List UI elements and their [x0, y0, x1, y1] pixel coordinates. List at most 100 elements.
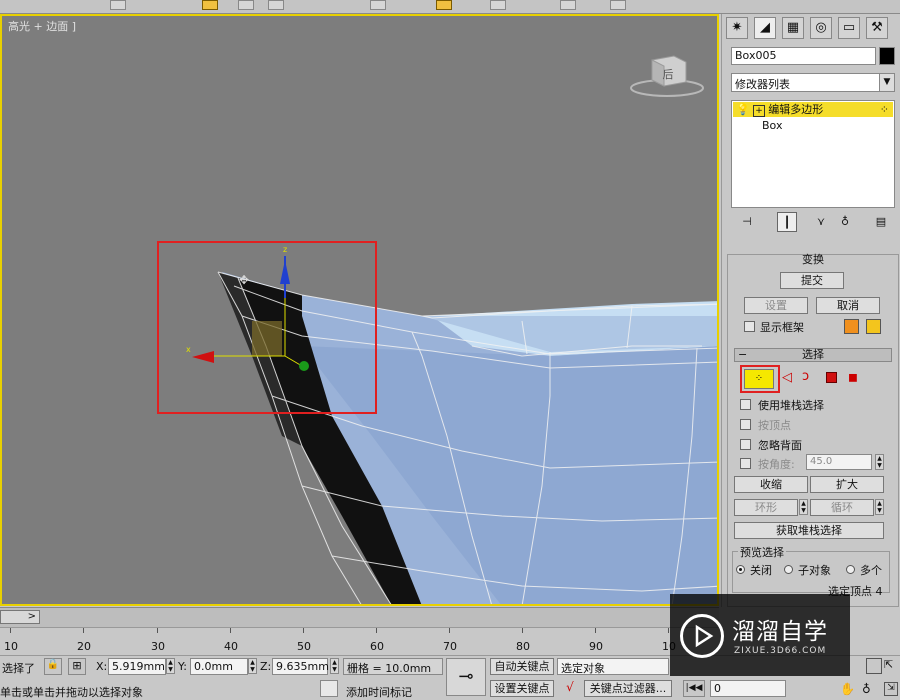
add-time-tag-label[interactable]: 添加时间标记: [346, 684, 412, 700]
lightbulb-icon[interactable]: 💡: [736, 103, 750, 116]
by-angle-spinner[interactable]: ▲ ▼: [875, 454, 884, 470]
preview-multi-radio[interactable]: [846, 565, 855, 574]
perspective-viewport[interactable]: 高光 + 边面 ] 后 z x ✥: [0, 14, 719, 606]
modifier-list-dropdown[interactable]: 修改器列表 ▼: [731, 73, 895, 92]
track-bar[interactable]: 10 20 30 40 50 60 70 80 90 10: [0, 627, 719, 653]
tick-mark: [157, 628, 158, 633]
pin-stack-icon[interactable]: ⊣: [737, 212, 757, 232]
set-key-button[interactable]: 设置关键点: [490, 680, 554, 697]
pan-icon[interactable]: ✋: [840, 682, 856, 698]
select-tool-icon[interactable]: [110, 0, 126, 10]
show-end-result-icon[interactable]: ┃: [777, 212, 797, 232]
grow-button[interactable]: 扩大: [810, 476, 884, 493]
time-slider[interactable]: >: [0, 610, 40, 624]
stack-item-box[interactable]: Box: [762, 119, 782, 132]
key-filters-button[interactable]: 关键点过滤器...: [584, 680, 672, 697]
tick-mark: [449, 628, 450, 633]
absolute-mode-icon[interactable]: ⊞: [68, 658, 86, 675]
tick-mark: [83, 628, 84, 633]
min-max-toggle-icon[interactable]: ⇲: [884, 682, 898, 696]
remove-modifier-icon[interactable]: ♁: [835, 212, 855, 232]
viewcube-icon[interactable]: 后: [630, 55, 704, 97]
preview-subobj-radio[interactable]: [784, 565, 793, 574]
utilities-tab-icon[interactable]: ⚒: [866, 17, 888, 39]
watermark-url: ZIXUE.3D66.COM: [734, 646, 827, 656]
use-stack-checkbox[interactable]: [740, 399, 751, 410]
zoom-extents-icon[interactable]: [866, 658, 882, 674]
element-mode-icon[interactable]: ◼: [848, 370, 858, 384]
create-tab-icon[interactable]: ✷: [726, 17, 748, 39]
make-unique-icon[interactable]: ⋎: [811, 212, 831, 232]
settings-button[interactable]: 设置: [744, 297, 808, 314]
modifier-stack[interactable]: 💡 + 编辑多边形 ⁘ Box: [731, 100, 895, 208]
z-coordinate-field[interactable]: 9.635mm: [272, 658, 329, 675]
svg-text:z: z: [283, 245, 287, 254]
commit-button[interactable]: 提交: [780, 272, 844, 289]
time-slider-track[interactable]: >: [0, 607, 719, 627]
get-stack-selection-button[interactable]: 获取堆栈选择: [734, 522, 884, 539]
key-curve-icon[interactable]: √: [559, 680, 581, 697]
ignore-backface-checkbox[interactable]: [740, 439, 751, 450]
tick-label: 60: [370, 640, 384, 653]
preview-off-radio[interactable]: [736, 565, 745, 574]
shrink-button[interactable]: 收缩: [734, 476, 808, 493]
by-angle-checkbox[interactable]: [740, 458, 751, 469]
z-spinner[interactable]: ▲ ▼: [330, 658, 339, 674]
selection-rollout-header[interactable]: − 选择: [734, 348, 892, 362]
y-coordinate-field[interactable]: 0.0mm: [190, 658, 248, 675]
collapse-icon: −: [738, 348, 748, 361]
chevron-down-icon[interactable]: ▼: [879, 74, 894, 91]
align-icon[interactable]: [560, 0, 576, 10]
ring-spinner[interactable]: ▲ ▼: [799, 499, 808, 515]
modify-tab-icon[interactable]: ◢: [754, 17, 776, 39]
cage-color-swatch-2[interactable]: [866, 319, 881, 334]
x-spinner[interactable]: ▲ ▼: [166, 658, 175, 674]
hierarchy-tab-icon[interactable]: ▦: [782, 17, 804, 39]
object-color-swatch[interactable]: [879, 47, 895, 65]
tick-label: 40: [224, 640, 238, 653]
polygon-mode-icon[interactable]: [826, 372, 837, 383]
loop-spinner[interactable]: ▲ ▼: [875, 499, 884, 515]
border-mode-icon[interactable]: ↄ: [802, 369, 809, 384]
mirror-icon[interactable]: [490, 0, 506, 10]
display-tab-icon[interactable]: ▭: [838, 17, 860, 39]
tick-mark: [230, 628, 231, 633]
preview-subobj-label: 子对象: [798, 564, 831, 577]
go-to-start-icon[interactable]: |◀◀: [683, 680, 705, 697]
selection-count: 选择了: [2, 662, 35, 675]
cancel-button[interactable]: 取消: [816, 297, 880, 314]
current-frame-field[interactable]: 0: [710, 680, 786, 697]
x-coordinate-field[interactable]: 5.919mm: [108, 658, 166, 675]
object-name-field[interactable]: Box005: [731, 47, 876, 65]
cage-color-swatch-1[interactable]: [844, 319, 859, 334]
by-vertex-checkbox[interactable]: [740, 419, 751, 430]
named-selection-icon[interactable]: [436, 0, 452, 10]
vertex-subobject-icon: ⁘: [879, 103, 889, 116]
lock-selection-icon[interactable]: 🔒: [44, 658, 62, 675]
time-tag-icon[interactable]: [320, 680, 338, 697]
key-mode-icon[interactable]: ⊸: [446, 658, 486, 696]
maximize-viewport-icon[interactable]: ⇱: [884, 658, 900, 674]
spelling-icon[interactable]: [610, 0, 626, 10]
tick-mark: [595, 628, 596, 633]
y-spinner[interactable]: ▲ ▼: [248, 658, 257, 674]
auto-key-button[interactable]: 自动关键点: [490, 658, 554, 675]
watermark: 溜溜自学 ZIXUE.3D66.COM: [670, 594, 850, 676]
ring-button[interactable]: 环形: [734, 499, 798, 516]
orbit-icon[interactable]: ♁: [862, 682, 878, 698]
scale-icon[interactable]: [268, 0, 284, 10]
modifier-list-label: 修改器列表: [735, 78, 790, 91]
vertex-mode-icon[interactable]: ⁘: [744, 369, 774, 389]
key-selection-dropdown[interactable]: 选定对象: [557, 658, 669, 675]
rotate-icon[interactable]: [238, 0, 254, 10]
show-cage-checkbox[interactable]: [744, 321, 755, 332]
by-angle-field[interactable]: 45.0: [806, 454, 872, 470]
expand-icon[interactable]: +: [753, 105, 765, 117]
edge-mode-icon[interactable]: ◁: [782, 370, 792, 385]
loop-button[interactable]: 循环: [810, 499, 874, 516]
motion-tab-icon[interactable]: ◎: [810, 17, 832, 39]
select-move-icon[interactable]: [202, 0, 218, 10]
stack-item-edit-poly[interactable]: 💡 + 编辑多边形 ⁘: [733, 102, 893, 117]
configure-sets-icon[interactable]: ▤: [871, 212, 891, 232]
snap-icon[interactable]: [370, 0, 386, 10]
